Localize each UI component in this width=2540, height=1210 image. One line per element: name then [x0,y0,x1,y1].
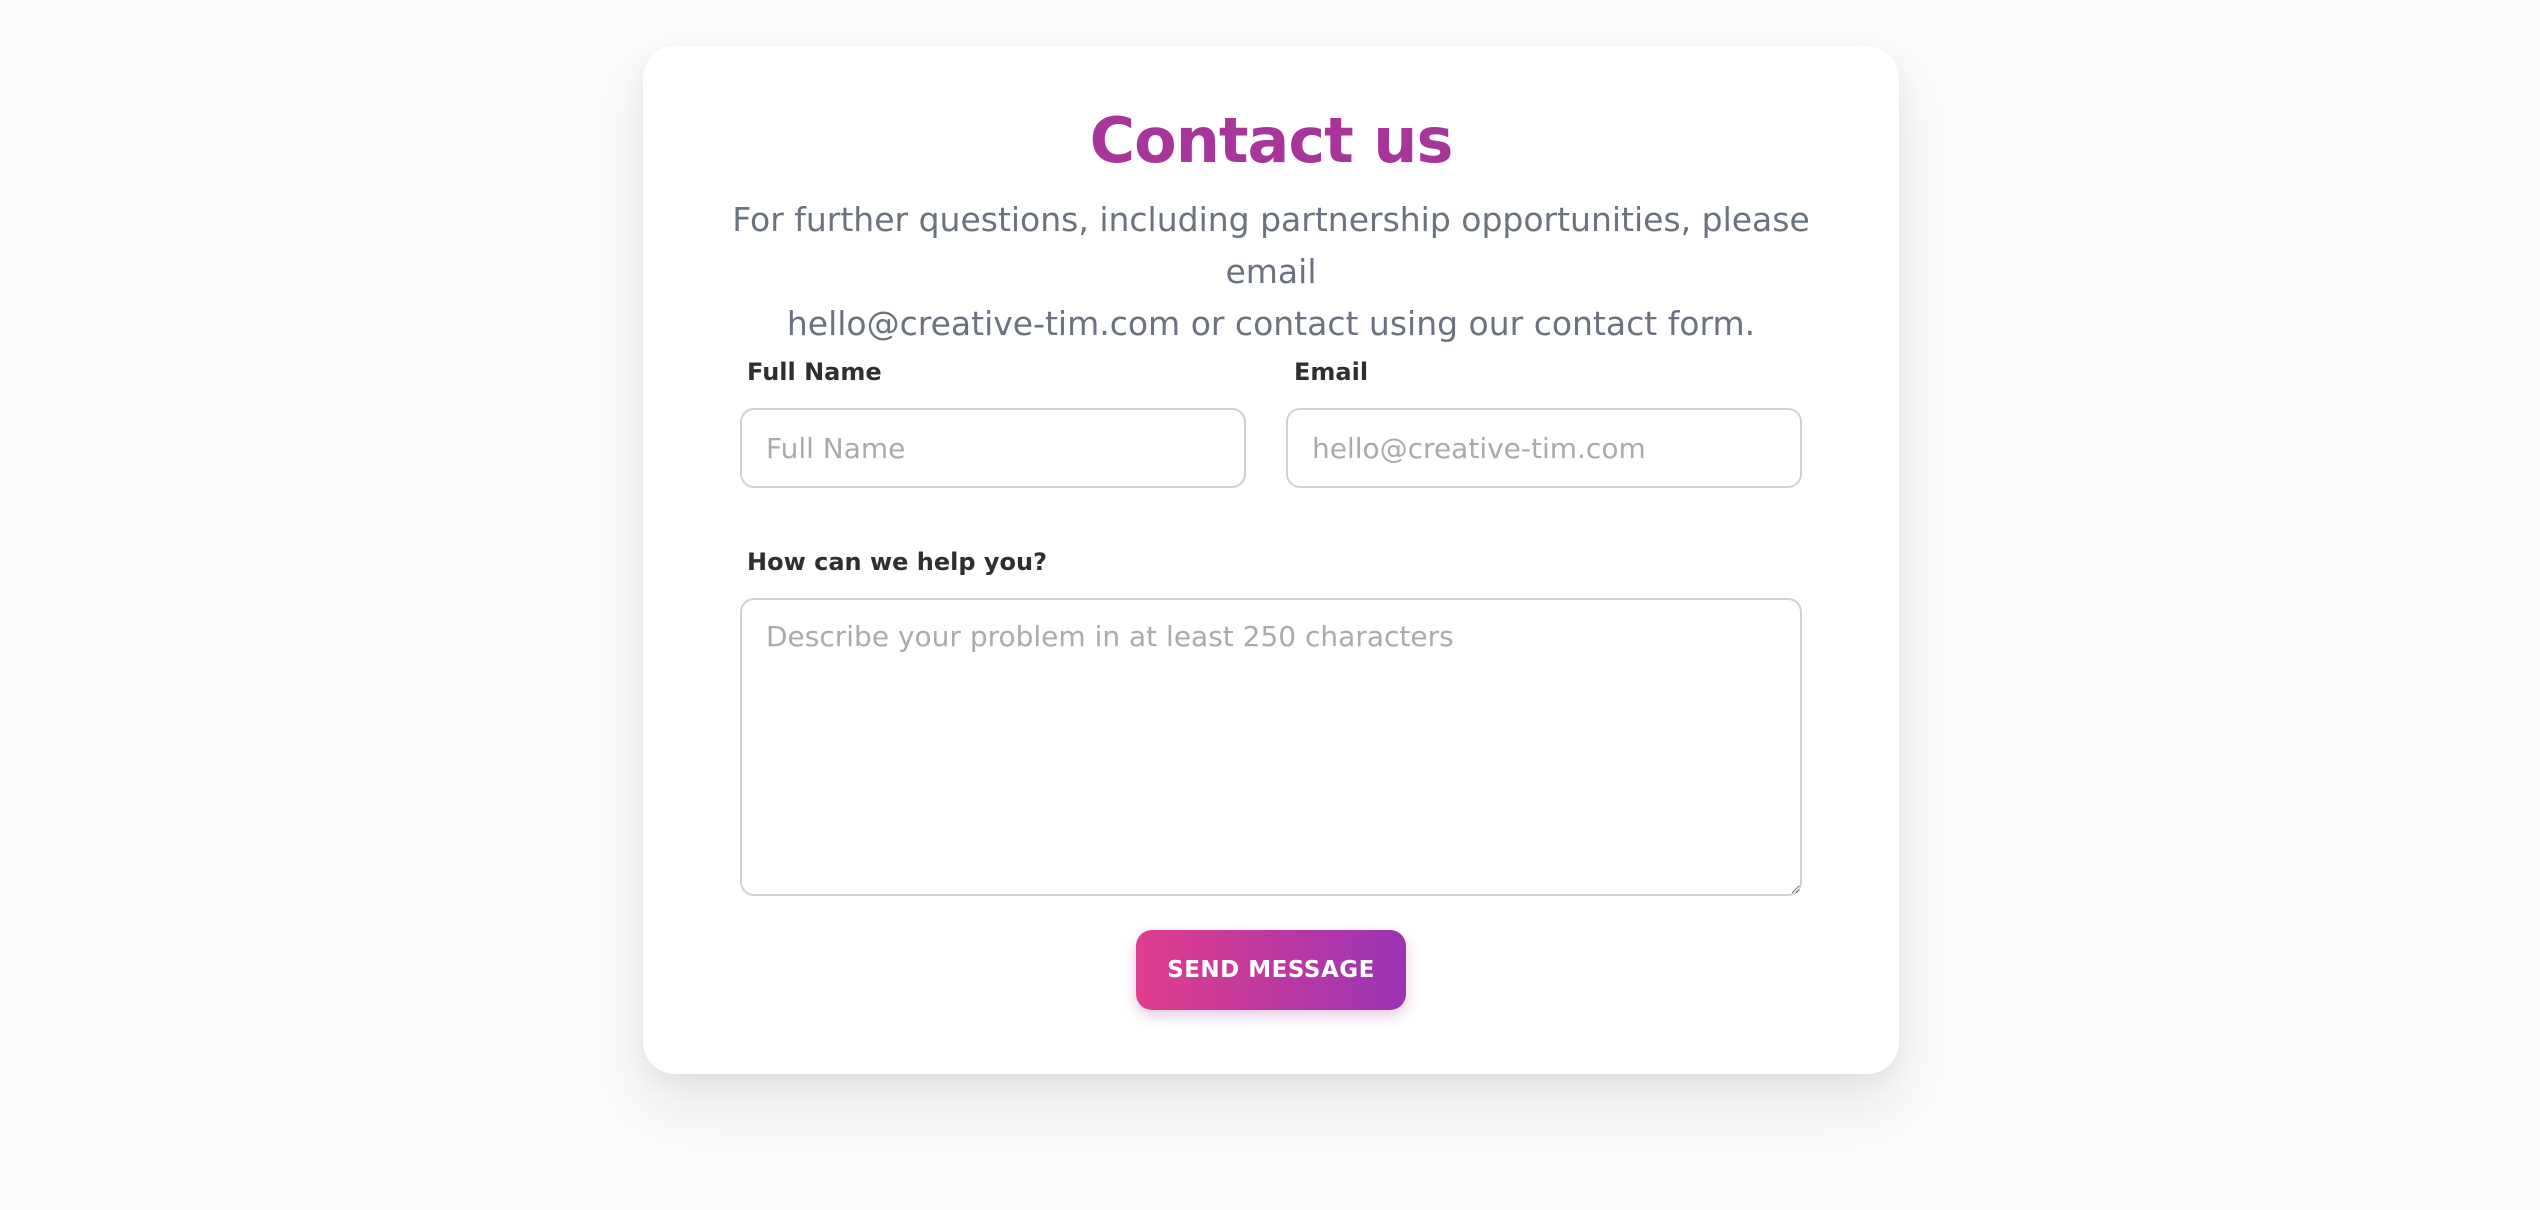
contact-card: Contact us For further questions, includ… [643,46,1899,1074]
description-line-1: For further questions, including partner… [732,200,1810,291]
full-name-input[interactable] [740,408,1246,488]
email-input[interactable] [1286,408,1802,488]
send-message-button[interactable]: SEND MESSAGE [1136,930,1406,1010]
description-line-2: hello@creative-tim.com or contact using … [786,304,1756,343]
full-name-label: Full Name [747,358,882,386]
message-textarea[interactable] [740,598,1802,896]
page-title: Contact us [1089,104,1454,177]
email-label: Email [1294,358,1369,386]
message-label: How can we help you? [747,548,1048,576]
contact-description: For further questions, including partner… [723,194,1819,350]
